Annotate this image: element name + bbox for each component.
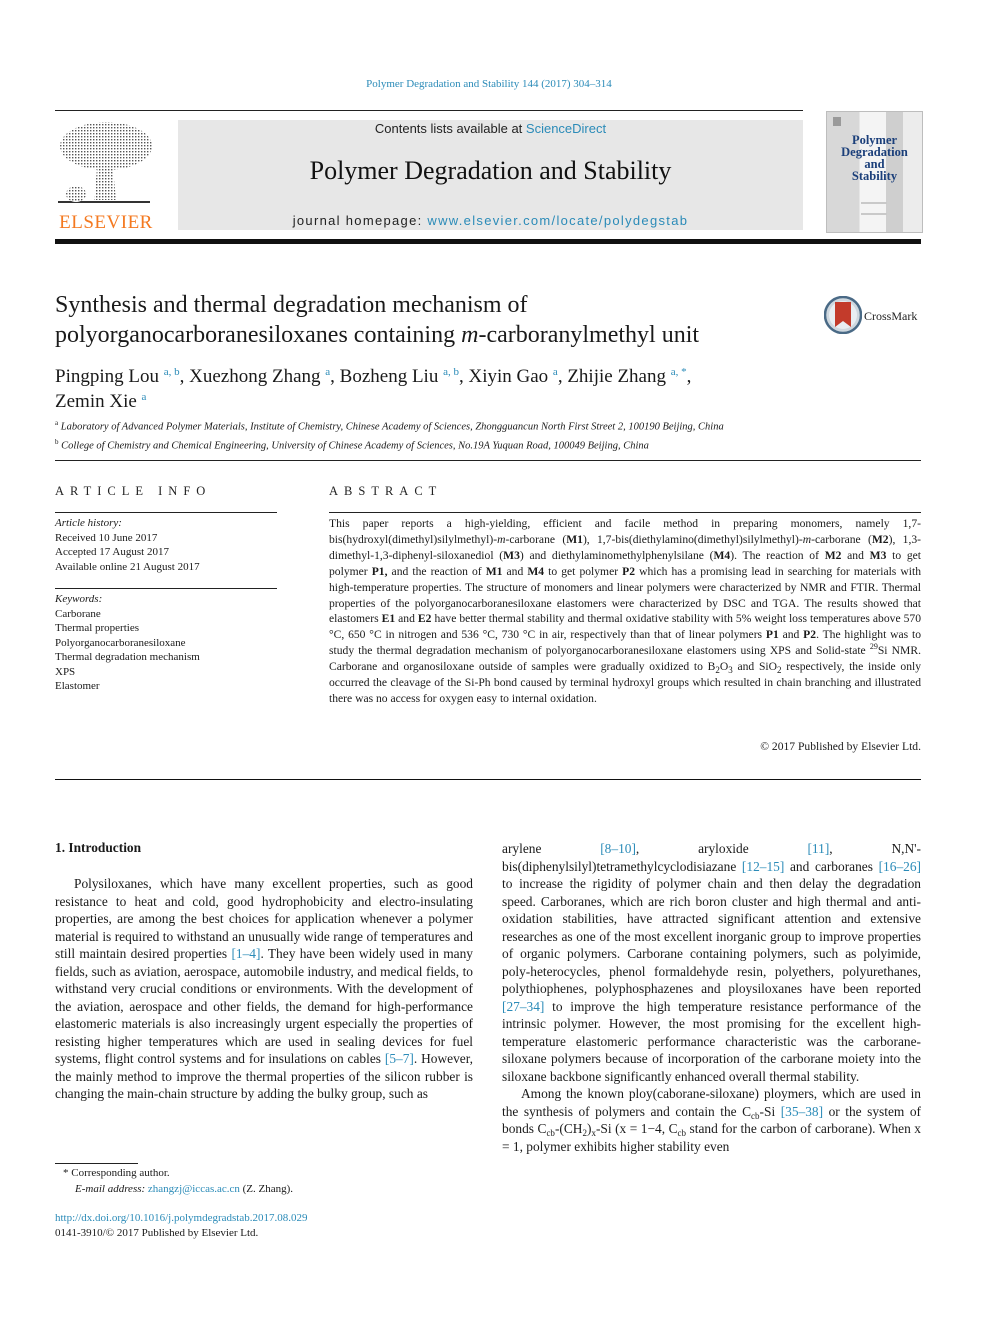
body-column-right: arylene [8–10], aryloxide [11], N,N'-bis…: [502, 840, 921, 1155]
author[interactable]: Pingping Lou a, b: [55, 366, 180, 387]
history-item: Received 10 June 2017: [55, 531, 158, 544]
divider: [55, 512, 277, 513]
citation-ref[interactable]: [11]: [807, 841, 829, 856]
article-history: Article history: Received 10 June 2017 A…: [55, 516, 200, 574]
cover-title-line: Stability: [851, 169, 898, 183]
author-list: Pingping Lou a, b, Xuezhong Zhang a, Boz…: [55, 366, 692, 412]
footnote-rule: [55, 1163, 138, 1164]
citation-ref[interactable]: [5–7]: [385, 1051, 414, 1066]
citation-ref[interactable]: [16–26]: [879, 859, 921, 874]
divider: [55, 779, 921, 780]
elsevier-wordmark[interactable]: ELSEVIER: [54, 212, 158, 234]
abstract-heading: ABSTRACT: [329, 484, 443, 498]
title-line-1: Synthesis and thermal degradation mechan…: [55, 292, 528, 318]
cover-footer-mark: [861, 202, 887, 215]
citation-ref[interactable]: [27–34]: [502, 999, 544, 1014]
body-column-left: Polysiloxanes, which have many excellent…: [55, 875, 473, 1103]
keyword: Elastomer: [55, 680, 100, 692]
crossmark-label: CrossMark: [864, 309, 918, 323]
history-item: Available online 21 August 2017: [55, 560, 200, 573]
title-text: -carboranylmethyl unit: [478, 322, 700, 348]
divider: [329, 512, 921, 513]
homepage-line: journal homepage: www.elsevier.com/locat…: [178, 213, 803, 228]
article-info-heading: ARTICLE INFO: [55, 484, 212, 498]
affiliation: b College of Chemistry and Chemical Engi…: [55, 437, 649, 452]
issn-line: 0141-3910/© 2017 Published by Elsevier L…: [55, 1227, 259, 1239]
keyword: Polyorganocarboranesiloxane: [55, 636, 186, 649]
affiliations: a Laboratory of Advanced Polymer Materia…: [55, 416, 915, 453]
abstract-text: This paper reports a high-yielding, effi…: [329, 517, 922, 705]
history-item: Accepted 17 August 2017: [55, 546, 169, 558]
paragraph: arylene [8–10], aryloxide [11], N,N'-bis…: [502, 841, 921, 1084]
keyword: Thermal properties: [55, 622, 139, 634]
doi-block: http://dx.doi.org/10.1016/j.polymdegrads…: [55, 1211, 307, 1241]
abstract-copyright: © 2017 Published by Elsevier Ltd.: [760, 740, 921, 753]
contents-line: Contents lists available at ScienceDirec…: [178, 121, 803, 136]
header-rule: [55, 110, 803, 111]
citation-ref[interactable]: [1–4]: [231, 946, 260, 961]
journal-homepage-link[interactable]: www.elsevier.com/locate/polydegstab: [427, 213, 688, 228]
homepage-prefix: journal homepage:: [292, 213, 428, 228]
email-line: E-mail address: zhangzj@iccas.ac.cn (Z. …: [75, 1183, 294, 1195]
author[interactable]: Zhijie Zhang a, *: [567, 366, 686, 387]
paragraph: Polysiloxanes, which have many excellent…: [55, 876, 473, 1101]
paragraph: Among the known ploy(caborane-siloxane) …: [502, 1086, 921, 1154]
paper-title: Synthesis and thermal degradation mechan…: [55, 290, 805, 350]
crossmark-icon: [823, 295, 863, 335]
keyword: Carborane: [55, 607, 101, 620]
title-text: polyorganocarboranesiloxanes containing: [55, 322, 462, 348]
journal-title: Polymer Degradation and Stability: [309, 156, 672, 185]
cover-title: Polymer Degradation and Stability: [827, 134, 922, 183]
keywords-label: Keywords:: [55, 593, 103, 605]
contents-prefix: Contents lists available at: [374, 121, 526, 136]
header-thick-rule: [55, 239, 921, 244]
history-label: Article history:: [55, 517, 122, 529]
corresponding-author-note: * Corresponding author.: [63, 1167, 170, 1179]
author[interactable]: Bozheng Liu a, b: [340, 366, 459, 387]
divider: [55, 588, 277, 589]
author[interactable]: Xiyin Gao a: [468, 366, 557, 387]
email-link[interactable]: zhangzj@iccas.ac.cn: [148, 1183, 240, 1195]
citation-ref[interactable]: [35–38]: [781, 1104, 823, 1119]
section-heading-introduction: 1. Introduction: [55, 840, 142, 855]
journal-cover-thumbnail[interactable]: Polymer Degradation and Stability: [826, 111, 923, 233]
title-italic: m: [461, 322, 479, 348]
footnotes: * Corresponding author. E-mail address: …: [55, 1165, 293, 1197]
affiliation: a Laboratory of Advanced Polymer Materia…: [55, 419, 724, 433]
author[interactable]: Xuezhong Zhang a: [189, 366, 330, 387]
divider: [55, 460, 921, 461]
journal-citation-link[interactable]: Polymer Degradation and Stability 144 (2…: [0, 78, 978, 90]
keywords: Keywords: Carborane Thermal properties P…: [55, 592, 200, 694]
sciencedirect-link[interactable]: ScienceDirect: [526, 121, 606, 136]
doi-link[interactable]: http://dx.doi.org/10.1016/j.polymdegrads…: [55, 1212, 307, 1224]
citation-ref[interactable]: [12–15]: [742, 859, 784, 874]
keyword: Thermal degradation mechanism: [55, 651, 200, 663]
keyword: XPS: [55, 665, 76, 678]
citation-ref[interactable]: [8–10]: [600, 841, 636, 856]
author[interactable]: Zemin Xie a: [55, 391, 146, 412]
title-line-2: polyorganocarboranesiloxanes containing …: [55, 320, 805, 350]
cover-publisher-icon: [833, 117, 841, 126]
crossmark-button[interactable]: CrossMark: [823, 295, 924, 336]
